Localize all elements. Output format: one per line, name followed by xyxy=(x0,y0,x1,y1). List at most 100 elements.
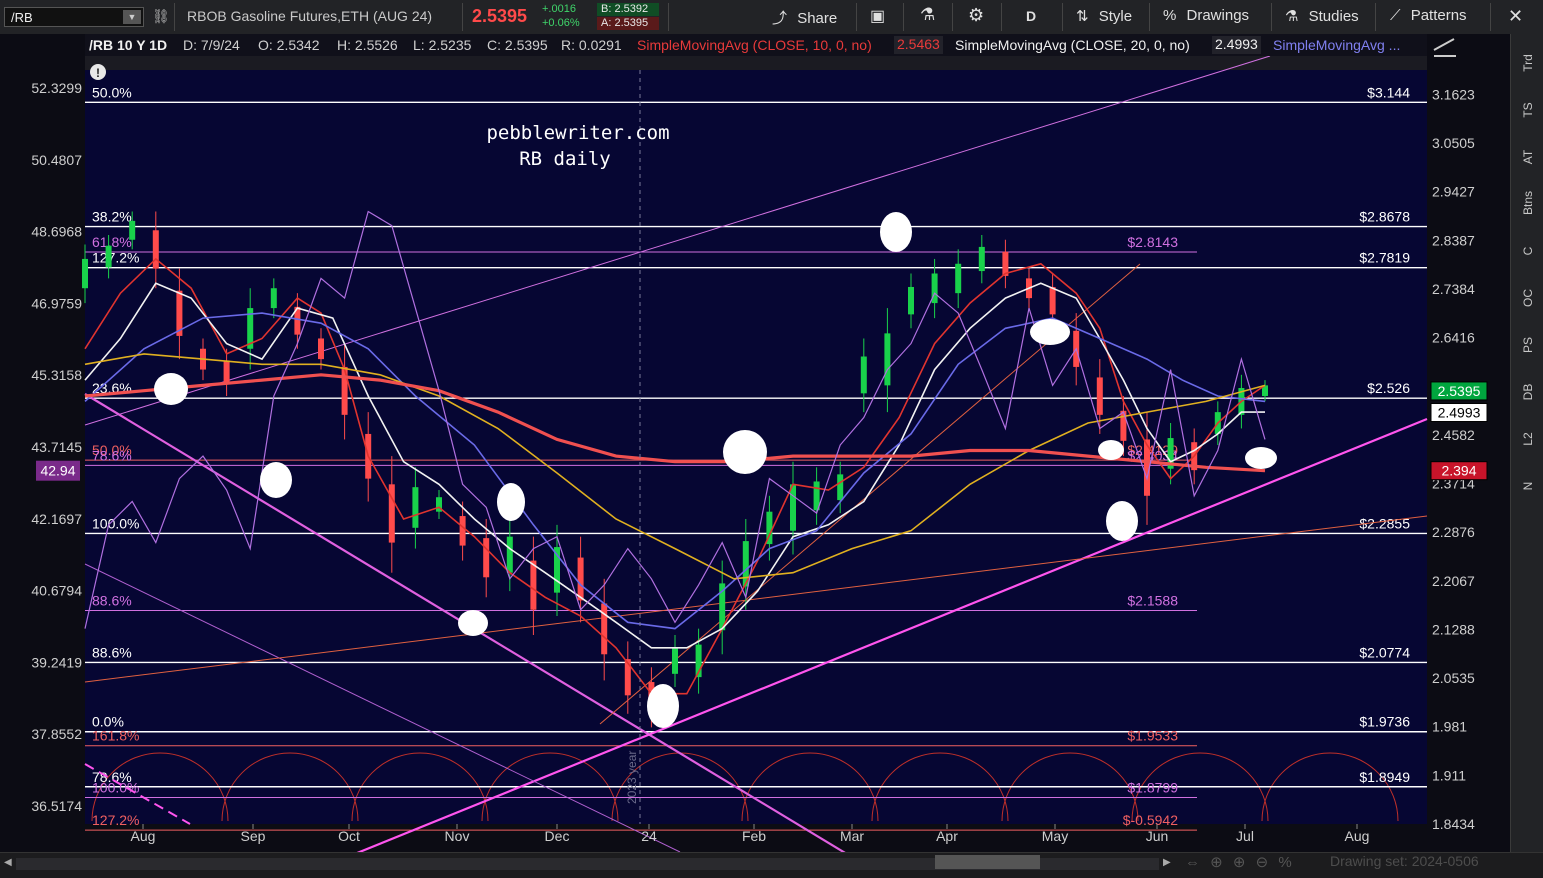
time-axis-tick: Nov xyxy=(445,828,470,844)
level-percent-label: 78.6% xyxy=(92,447,132,463)
scrollbar-thumb[interactable] xyxy=(935,855,1040,869)
crosshair-icon[interactable]: ⊕ xyxy=(1210,854,1223,871)
gear-icon[interactable]: ⚙ xyxy=(968,5,984,26)
time-axis-tick: Sep xyxy=(241,828,266,844)
link-icon[interactable]: ⛓ xyxy=(152,8,170,26)
level-price-label: $1.9736 xyxy=(1359,714,1410,730)
drawing-set-label: Drawing set: 2024-0506 xyxy=(1330,853,1479,869)
side-tab-db[interactable]: DB xyxy=(1521,381,1535,403)
candle-body xyxy=(577,557,584,601)
info-symbol: /RB 10 Y 1D xyxy=(89,37,168,53)
annotation-line-1: pebblewriter.com xyxy=(486,122,669,144)
level-percent-label: 127.2% xyxy=(92,812,139,828)
studies-button[interactable]: ⚗ Studies xyxy=(1285,7,1359,25)
change-percent: +0.06% xyxy=(542,17,580,29)
symbol-text: /RB xyxy=(11,10,33,25)
candle-body xyxy=(483,538,490,578)
right-axis-tick: 1.911 xyxy=(1432,767,1466,783)
info-date: D: 7/9/24 xyxy=(183,37,240,53)
candle-body xyxy=(672,647,678,674)
scroll-right-icon[interactable]: ▶ xyxy=(1163,857,1171,868)
patterns-label: Patterns xyxy=(1410,7,1467,24)
share-button[interactable]: ⤴ Share xyxy=(772,7,837,28)
style-button[interactable]: ⇅ Style xyxy=(1076,7,1132,25)
snapshot-icon[interactable]: ▣ xyxy=(870,6,885,26)
candle-body xyxy=(82,258,88,289)
side-tab-trd[interactable]: Trd xyxy=(1521,52,1535,74)
alert-icon: ! xyxy=(96,66,100,80)
side-tab-ps[interactable]: PS xyxy=(1521,334,1535,356)
right-axis-tick: 2.1288 xyxy=(1432,621,1475,637)
close-icon[interactable]: ✕ xyxy=(1508,6,1523,27)
price-chart[interactable]: $3.144 50.0% $2.8678 38.2% $2.8143 61.8% $2.78… xyxy=(0,34,1510,852)
divider xyxy=(1271,3,1272,31)
side-tab-btns[interactable]: Btns xyxy=(1521,191,1535,215)
side-tab-l2[interactable]: L2 xyxy=(1521,428,1535,450)
percent-icon[interactable]: % xyxy=(1278,854,1291,871)
sma-more-label[interactable]: SimpleMovingAvg ... xyxy=(1273,37,1400,53)
level-price-label: $2.0774 xyxy=(1359,644,1410,660)
highlight-ellipse xyxy=(260,462,292,498)
scroll-left-icon[interactable]: ◀ xyxy=(4,857,12,868)
sma20-label[interactable]: SimpleMovingAvg (CLOSE, 20, 0, no) xyxy=(955,37,1190,53)
symbol-selector[interactable]: /RB ▼ xyxy=(4,7,144,27)
style-label: Style xyxy=(1098,8,1133,25)
right-axis-tick: 3.1623 xyxy=(1432,86,1475,102)
price-label: 2.394 xyxy=(1441,463,1476,479)
zoom-in-icon[interactable]: ⊕ xyxy=(1233,854,1246,871)
side-tab-oc[interactable]: OC xyxy=(1521,287,1535,309)
side-tab-ts[interactable]: TS xyxy=(1521,99,1535,121)
time-axis-tick: Mar xyxy=(840,828,864,844)
time-axis-tick: Aug xyxy=(1345,828,1370,844)
highlight-ellipse xyxy=(1098,440,1124,460)
style-icon: ⇅ xyxy=(1076,8,1089,25)
info-low: L: 2.5235 xyxy=(413,37,472,53)
candle-body xyxy=(837,474,844,501)
level-price-label: $1.8799 xyxy=(1127,779,1178,795)
candle-body xyxy=(1096,377,1103,415)
ask-price: A: 2.5395 xyxy=(597,17,659,30)
right-axis-tick: 2.9427 xyxy=(1432,184,1475,200)
level-price-label: $3.144 xyxy=(1367,84,1410,100)
left-axis-tick: 45.3158 xyxy=(31,367,82,383)
side-toolbar: Trd TS AT Btns C OC PS DB L2 N xyxy=(1510,34,1543,852)
period-button[interactable]: D xyxy=(1026,8,1036,24)
right-axis-tick: 1.981 xyxy=(1432,719,1467,735)
last-price: 2.5395 xyxy=(472,6,528,26)
right-axis-tick: 2.7384 xyxy=(1432,281,1475,297)
candle-body xyxy=(129,220,136,240)
left-axis-tick: 43.7145 xyxy=(31,439,82,455)
share-icon: ⤴ xyxy=(772,10,788,27)
share-label: Share xyxy=(797,10,838,27)
side-tab-c[interactable]: C xyxy=(1521,240,1535,262)
divider xyxy=(856,3,857,31)
divider xyxy=(174,3,175,31)
time-axis-tick: 24 xyxy=(641,828,657,844)
left-axis-marker: 42.94 xyxy=(40,463,75,479)
sma10-value: 2.5463 xyxy=(894,36,943,54)
expand-icon[interactable]: ⇔ xyxy=(1185,854,1200,871)
drawings-button[interactable]: % Drawings xyxy=(1163,7,1249,24)
flask-icon[interactable]: ⚗ xyxy=(920,5,935,25)
side-tab-n[interactable]: N xyxy=(1521,475,1535,497)
candle-body xyxy=(601,603,608,655)
zoom-out-icon[interactable]: ⊖ xyxy=(1256,854,1269,871)
candle-body xyxy=(152,230,159,269)
level-percent-label: 161.8% xyxy=(92,728,139,744)
sma10-label[interactable]: SimpleMovingAvg (CLOSE, 10, 0, no) xyxy=(637,37,872,53)
patterns-icon: ⟋ xyxy=(1390,7,1401,24)
level-percent-label: 38.2% xyxy=(92,209,132,225)
divider xyxy=(668,3,669,31)
candle-body xyxy=(459,516,466,546)
patterns-button[interactable]: ⟋ Patterns xyxy=(1390,7,1467,24)
candle-body xyxy=(223,360,230,385)
left-axis-tick: 48.6968 xyxy=(31,224,82,240)
level-percent-label: 88.6% xyxy=(92,644,132,660)
chevron-down-icon[interactable]: ▼ xyxy=(123,10,141,24)
left-axis-tick: 36.5174 xyxy=(31,798,82,814)
zoom-buttons[interactable]: ⇔ ⊕ ⊕ ⊖ % xyxy=(1185,853,1292,871)
highlight-ellipse xyxy=(880,212,912,252)
level-price-label: $2.1588 xyxy=(1127,592,1178,608)
side-tab-at[interactable]: AT xyxy=(1521,146,1535,168)
info-close: C: 2.5395 xyxy=(487,37,548,53)
